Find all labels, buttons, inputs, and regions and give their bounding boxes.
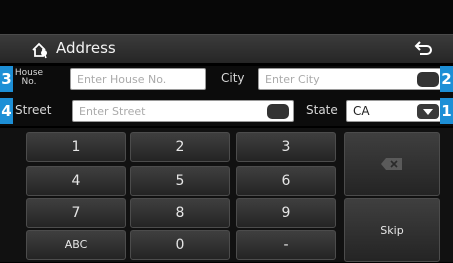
back-icon[interactable] <box>412 40 434 58</box>
key-9[interactable]: 9 <box>236 198 336 228</box>
badge-4: 4 <box>0 98 13 124</box>
badge-2: 2 <box>440 66 453 92</box>
home-address-icon <box>32 42 47 59</box>
city-field[interactable]: Enter City <box>258 68 444 90</box>
keypad: 1 2 3 4 5 6 7 8 9 ABC 0 - Skip <box>0 128 453 262</box>
page-title: Address <box>56 39 116 57</box>
key-3[interactable]: 3 <box>236 132 336 162</box>
badge-1: 1 <box>440 98 453 124</box>
key-2[interactable]: 2 <box>130 132 230 162</box>
badge-3: 3 <box>0 66 13 92</box>
status-bar <box>0 0 453 34</box>
key-abc[interactable]: ABC <box>26 230 126 260</box>
backspace-icon <box>381 158 402 170</box>
title-bar: Address <box>0 34 453 63</box>
street-label: Street <box>15 103 52 117</box>
house-no-label: House No. <box>14 68 44 87</box>
address-form: 3 House No. Enter House No. City Enter C… <box>0 66 453 126</box>
key-1[interactable]: 1 <box>26 132 126 162</box>
backspace-button[interactable] <box>344 132 440 196</box>
state-select[interactable]: CA <box>346 100 444 122</box>
key-7[interactable]: 7 <box>26 198 126 228</box>
city-label: City <box>221 71 245 85</box>
house-no-field[interactable]: Enter House No. <box>70 68 206 90</box>
street-field[interactable]: Enter Street <box>72 100 294 122</box>
skip-button[interactable]: Skip <box>344 198 440 262</box>
key-6[interactable]: 6 <box>236 166 336 196</box>
chevron-down-icon[interactable] <box>417 104 439 119</box>
key-dash[interactable]: - <box>236 230 336 260</box>
key-8[interactable]: 8 <box>130 198 230 228</box>
key-4[interactable]: 4 <box>26 166 126 196</box>
state-label: State <box>306 103 338 117</box>
key-0[interactable]: 0 <box>130 230 230 260</box>
street-clear-icon[interactable] <box>267 104 289 119</box>
key-5[interactable]: 5 <box>130 166 230 196</box>
city-clear-icon[interactable] <box>417 72 439 87</box>
